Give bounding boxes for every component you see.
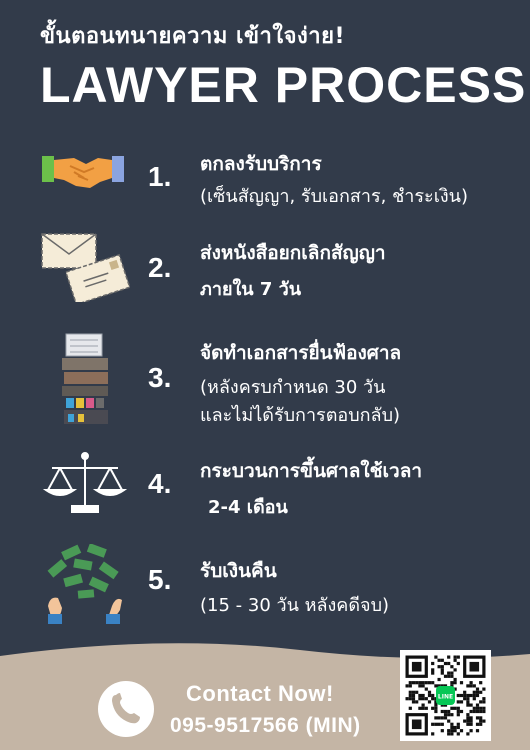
phone-button[interactable]: [98, 681, 154, 737]
qr-code[interactable]: LINE: [400, 650, 491, 741]
qr-code-icon: LINE: [405, 655, 486, 736]
step-title: รับเงินคืน: [200, 560, 277, 582]
step-detail: 2-4 เดือน: [208, 497, 288, 518]
page-title: LAWYER PROCESS: [40, 57, 527, 113]
step-title: ส่งหนังสือยกเลิกสัญญา: [200, 242, 386, 264]
envelopes-icon: [41, 233, 130, 302]
contact-cta[interactable]: Contact Now!: [186, 681, 334, 707]
header-subtitle: ขั้นตอนทนายความ เข้าใจง่าย!: [40, 24, 346, 49]
step-number: 4.: [148, 468, 172, 499]
phone-number[interactable]: 095-9517566 (MIN): [170, 714, 361, 738]
step-detail: (15 - 30 วัน หลังคดีจบ): [200, 595, 390, 616]
step-title: กระบวนการขึ้นศาลใช้เวลา: [200, 460, 423, 482]
step-number: 2.: [148, 252, 172, 283]
money-hands-icon: [47, 544, 122, 624]
phone-icon: [112, 693, 140, 724]
step-title: ตกลงรับบริการ: [200, 153, 322, 175]
step-detail: (หลังครบกำหนด 30 วัน: [200, 377, 386, 398]
scales-icon: [42, 452, 128, 513]
step-number: 5.: [148, 564, 172, 595]
step-number: 1.: [148, 161, 172, 192]
step-detail: (เซ็นสัญญา, รับเอกสาร, ชำระเงิน): [200, 186, 468, 207]
handshake-icon: [42, 156, 124, 188]
step-detail: ภายใน 7 วัน: [200, 279, 302, 300]
step-number: 3.: [148, 362, 172, 393]
step-detail-2: และไม่ได้รับการตอบกลับ): [200, 405, 401, 426]
step-title: จัดทำเอกสารยื่นฟ้องศาล: [200, 342, 402, 364]
document-stack-icon: [62, 333, 108, 424]
svg-text:LINE: LINE: [438, 694, 453, 701]
